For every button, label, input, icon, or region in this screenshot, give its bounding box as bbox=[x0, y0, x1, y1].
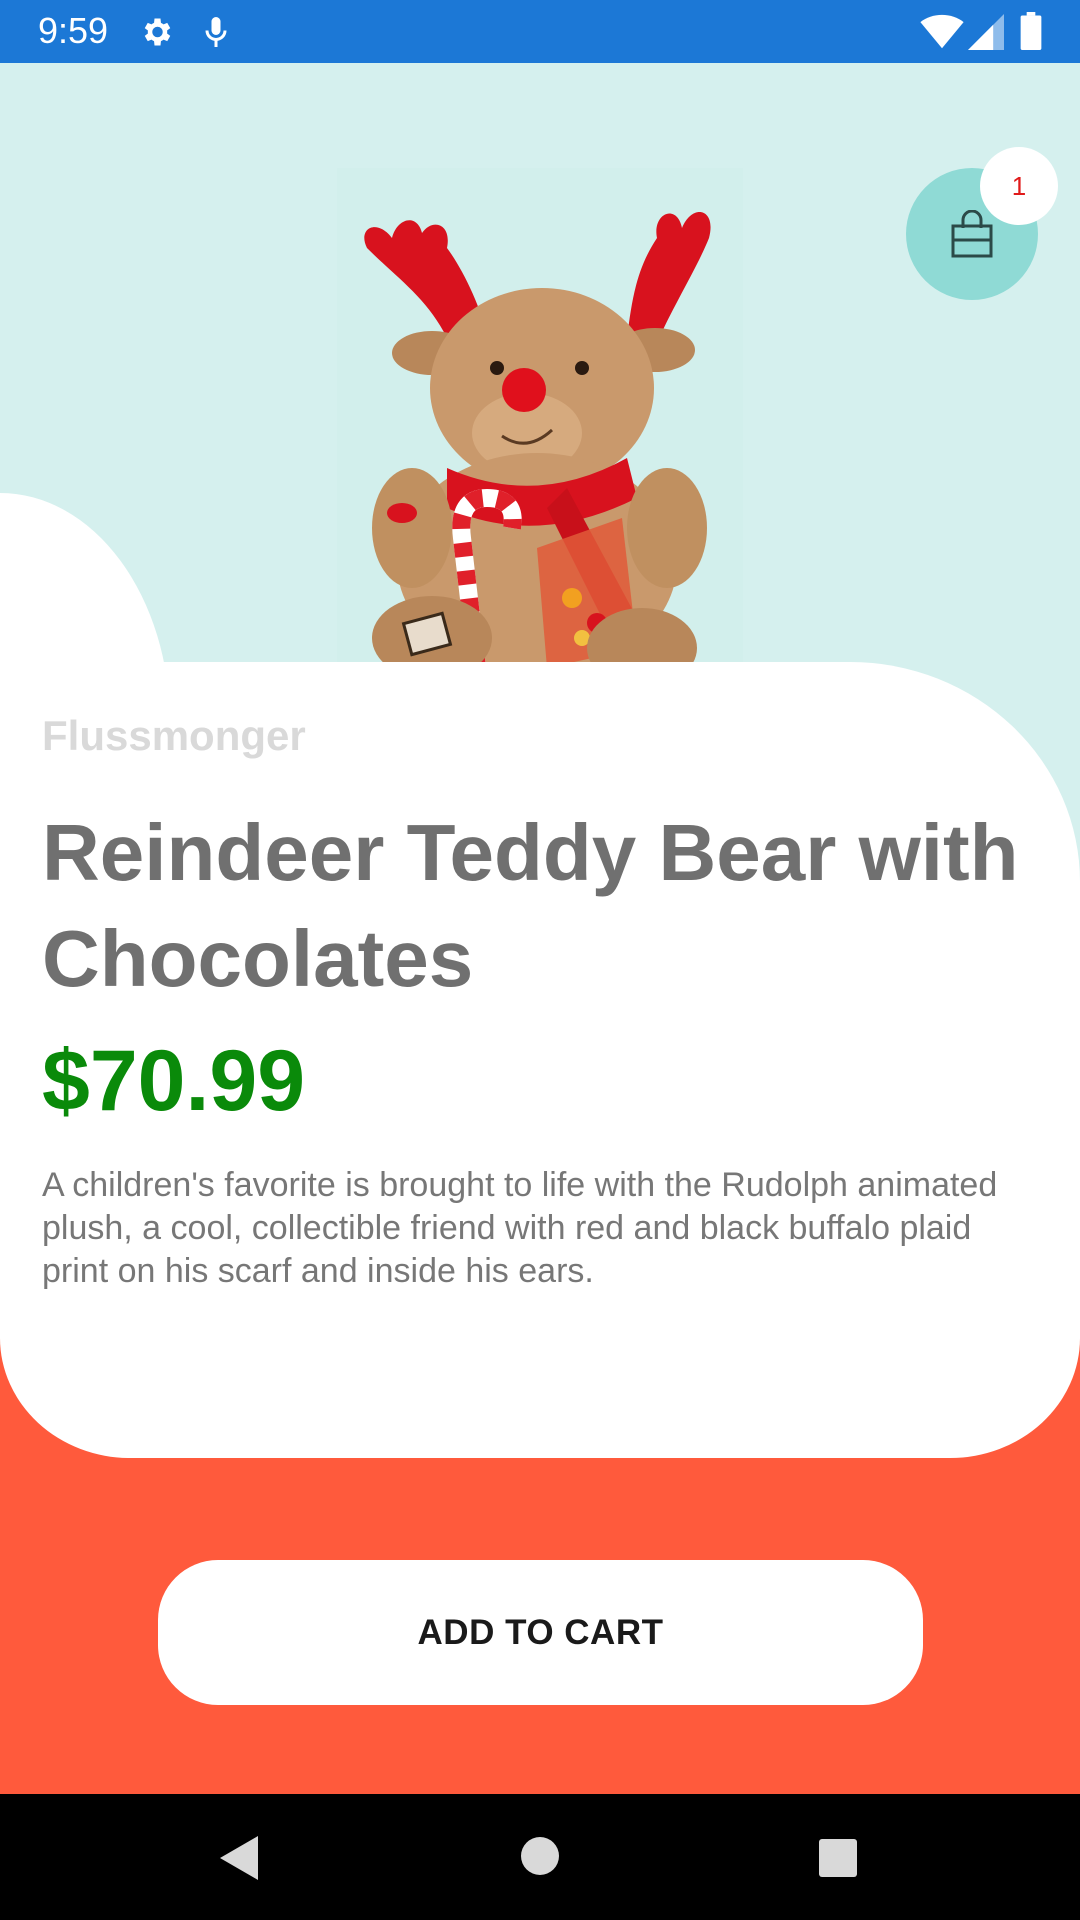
recents-icon[interactable] bbox=[818, 1838, 858, 1878]
home-icon[interactable] bbox=[520, 1836, 560, 1876]
product-price: $70.99 bbox=[42, 1033, 306, 1129]
cart-badge: 1 bbox=[980, 147, 1058, 225]
product-image bbox=[337, 168, 743, 693]
gear-icon bbox=[144, 18, 171, 46]
product-info-card: Flussmonger Reindeer Teddy Bear with Cho… bbox=[0, 662, 1080, 1458]
navigation-bar bbox=[0, 1794, 1080, 1920]
wifi-icon bbox=[920, 14, 964, 49]
battery-icon bbox=[1020, 12, 1042, 50]
product-title: Reindeer Teddy Bear with Chocolates bbox=[42, 808, 1019, 1003]
product-description: A children's favorite is brought to life… bbox=[42, 1166, 998, 1290]
add-to-cart-button[interactable]: ADD TO CART bbox=[158, 1560, 923, 1705]
mic-icon bbox=[205, 17, 227, 47]
cell-signal-icon bbox=[968, 14, 1004, 50]
status-time: 9:59 bbox=[38, 10, 109, 51]
back-icon[interactable] bbox=[218, 1834, 260, 1882]
shopping-bag-icon bbox=[951, 210, 993, 258]
product-brand: Flussmonger bbox=[42, 712, 306, 759]
status-bar: 9:59 bbox=[0, 0, 1080, 63]
